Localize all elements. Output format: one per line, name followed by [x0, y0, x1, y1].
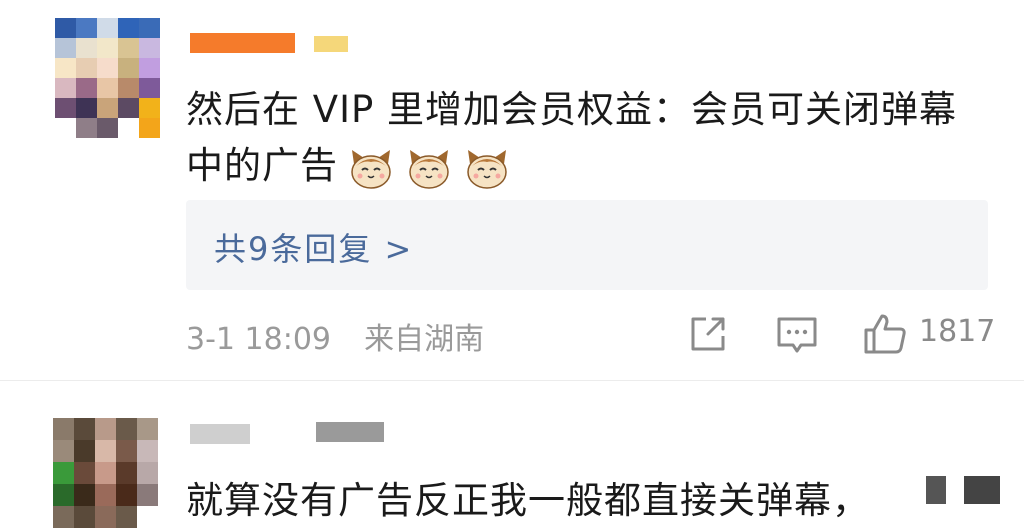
share-icon[interactable]	[684, 310, 732, 358]
comment-text-line-1: 就算没有广告反正我一般都直接关弹幕，	[186, 470, 870, 524]
cat-face-icon	[409, 149, 449, 189]
blurred-text	[964, 476, 1000, 504]
comment-text-line-2: 中的广告	[186, 135, 522, 190]
avatar[interactable]	[53, 418, 158, 528]
cat-face-icon	[467, 149, 507, 189]
comment-meta: 3-1 18:09 来自湖南	[186, 314, 484, 358]
comment-divider	[0, 380, 1024, 381]
avatar[interactable]	[55, 18, 160, 138]
username-blurred-part	[316, 422, 384, 442]
comment-text-line-1-text: 就算没有广告反正我一般都直接关弹幕，	[186, 479, 870, 522]
comment-icon[interactable]	[773, 310, 821, 358]
like-count: 1817	[919, 314, 996, 349]
view-replies-link[interactable]: 共9条回复 >	[214, 224, 413, 270]
thumbs-up-icon[interactable]	[861, 310, 909, 358]
replies-box[interactable]: 共9条回复 >	[186, 200, 988, 290]
timestamp: 3-1 18:09	[186, 322, 331, 357]
comment-text-line-1: 然后在 VIP 里增加会员权益：会员可关闭弹幕	[186, 88, 958, 131]
cat-face-icon	[351, 149, 391, 189]
username-blurred[interactable]	[190, 33, 295, 53]
comment-text-line-2-text: 中的广告	[186, 144, 338, 187]
user-badge-blurred	[314, 36, 348, 52]
location: 来自湖南	[364, 322, 485, 357]
username-blurred[interactable]	[190, 424, 250, 444]
blurred-text	[926, 476, 946, 504]
